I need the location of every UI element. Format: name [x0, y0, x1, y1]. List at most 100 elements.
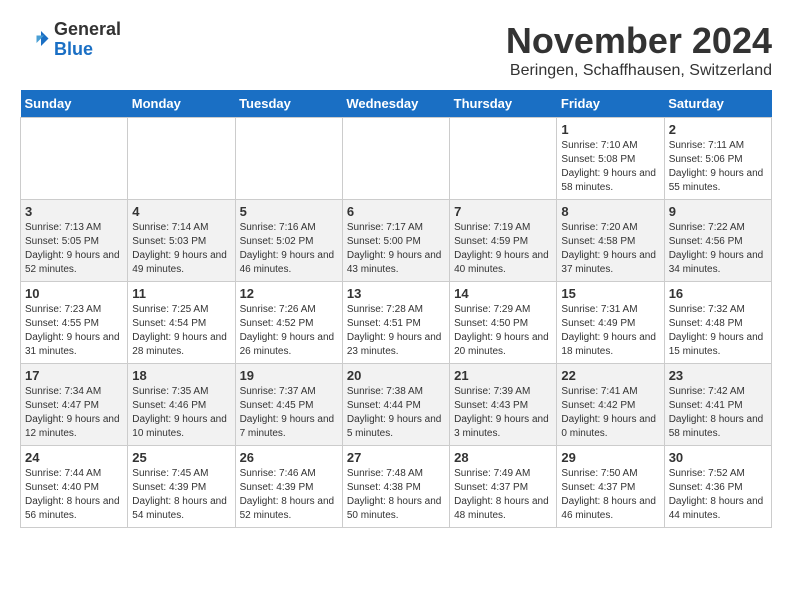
day-info: Sunrise: 7:44 AM Sunset: 4:40 PM Dayligh…: [25, 467, 123, 523]
day-number: 15: [561, 286, 659, 301]
week-row-2: 3 Sunrise: 7:13 AM Sunset: 5:05 PM Daylig…: [21, 200, 772, 282]
calendar-table: SundayMondayTuesdayWednesdayThursdayFrid…: [20, 90, 772, 528]
day-cell: 28 Sunrise: 7:49 AM Sunset: 4:37 PM Dayli…: [450, 446, 557, 528]
day-cell: 13Sunrise: 7:28 AM Sunset: 4:51 PM Dayli…: [342, 282, 449, 364]
header-saturday: Saturday: [664, 90, 771, 118]
day-number: 18: [132, 368, 230, 383]
day-cell: 23 Sunrise: 7:42 AM Sunset: 4:41 PM Dayli…: [664, 364, 771, 446]
location-text: Beringen, Schaffhausen, Switzerland: [506, 62, 772, 80]
day-info: Sunrise: 7:32 AM Sunset: 4:48 PM Dayligh…: [669, 303, 767, 359]
day-info: Sunrise: 7:34 AM Sunset: 4:47 PM Dayligh…: [25, 385, 123, 441]
day-cell: 20 Sunrise: 7:38 AM Sunset: 4:44 PM Dayli…: [342, 364, 449, 446]
day-info: Sunrise: 7:23 AM Sunset: 4:55 PM Dayligh…: [25, 303, 123, 359]
day-cell: 15Sunrise: 7:31 AM Sunset: 4:49 PM Dayli…: [557, 282, 664, 364]
day-cell: 1 Sunrise: 7:10 AM Sunset: 5:08 PM Daylig…: [557, 118, 664, 200]
day-number: 17: [25, 368, 123, 383]
day-cell: 2 Sunrise: 7:11 AM Sunset: 5:06 PM Daylig…: [664, 118, 771, 200]
day-cell: [450, 118, 557, 200]
day-cell: 16 Sunrise: 7:32 AM Sunset: 4:48 PM Dayli…: [664, 282, 771, 364]
day-info: Sunrise: 7:19 AM Sunset: 4:59 PM Dayligh…: [454, 221, 552, 277]
title-block: November 2024 Beringen, Schaffhausen, Sw…: [506, 20, 772, 80]
day-number: 2: [669, 122, 767, 137]
day-cell: 14 Sunrise: 7:29 AM Sunset: 4:50 PM Dayli…: [450, 282, 557, 364]
day-info: Sunrise: 7:52 AM Sunset: 4:36 PM Dayligh…: [669, 467, 767, 523]
day-cell: 8Sunrise: 7:20 AM Sunset: 4:58 PM Daylig…: [557, 200, 664, 282]
day-info: Sunrise: 7:39 AM Sunset: 4:43 PM Dayligh…: [454, 385, 552, 441]
day-info: Sunrise: 7:37 AM Sunset: 4:45 PM Dayligh…: [240, 385, 338, 441]
day-cell: [235, 118, 342, 200]
day-cell: 21 Sunrise: 7:39 AM Sunset: 4:43 PM Dayli…: [450, 364, 557, 446]
header-row: SundayMondayTuesdayWednesdayThursdayFrid…: [21, 90, 772, 118]
day-cell: 24 Sunrise: 7:44 AM Sunset: 4:40 PM Dayli…: [21, 446, 128, 528]
header-monday: Monday: [128, 90, 235, 118]
day-cell: 7Sunrise: 7:19 AM Sunset: 4:59 PM Daylig…: [450, 200, 557, 282]
day-number: 9: [669, 204, 767, 219]
day-info: Sunrise: 7:45 AM Sunset: 4:39 PM Dayligh…: [132, 467, 230, 523]
header-tuesday: Tuesday: [235, 90, 342, 118]
day-number: 23: [669, 368, 767, 383]
day-cell: [342, 118, 449, 200]
day-cell: 12Sunrise: 7:26 AM Sunset: 4:52 PM Dayli…: [235, 282, 342, 364]
day-cell: 3 Sunrise: 7:13 AM Sunset: 5:05 PM Daylig…: [21, 200, 128, 282]
day-cell: 29 Sunrise: 7:50 AM Sunset: 4:37 PM Dayli…: [557, 446, 664, 528]
logo-icon: [20, 25, 50, 55]
week-row-5: 24 Sunrise: 7:44 AM Sunset: 4:40 PM Dayli…: [21, 446, 772, 528]
day-number: 1: [561, 122, 659, 137]
day-cell: 9 Sunrise: 7:22 AM Sunset: 4:56 PM Daylig…: [664, 200, 771, 282]
day-number: 14: [454, 286, 552, 301]
day-number: 21: [454, 368, 552, 383]
header-wednesday: Wednesday: [342, 90, 449, 118]
day-info: Sunrise: 7:11 AM Sunset: 5:06 PM Dayligh…: [669, 139, 767, 195]
day-info: Sunrise: 7:28 AM Sunset: 4:51 PM Dayligh…: [347, 303, 445, 359]
day-number: 20: [347, 368, 445, 383]
day-info: Sunrise: 7:42 AM Sunset: 4:41 PM Dayligh…: [669, 385, 767, 441]
day-cell: 5Sunrise: 7:16 AM Sunset: 5:02 PM Daylig…: [235, 200, 342, 282]
week-row-1: 1 Sunrise: 7:10 AM Sunset: 5:08 PM Daylig…: [21, 118, 772, 200]
day-number: 27: [347, 450, 445, 465]
day-cell: 17 Sunrise: 7:34 AM Sunset: 4:47 PM Dayli…: [21, 364, 128, 446]
header-sunday: Sunday: [21, 90, 128, 118]
day-info: Sunrise: 7:17 AM Sunset: 5:00 PM Dayligh…: [347, 221, 445, 277]
day-number: 4: [132, 204, 230, 219]
day-info: Sunrise: 7:35 AM Sunset: 4:46 PM Dayligh…: [132, 385, 230, 441]
day-info: Sunrise: 7:26 AM Sunset: 4:52 PM Dayligh…: [240, 303, 338, 359]
day-number: 19: [240, 368, 338, 383]
logo-general-text: General: [54, 20, 121, 40]
day-number: 11: [132, 286, 230, 301]
day-number: 30: [669, 450, 767, 465]
week-row-3: 10 Sunrise: 7:23 AM Sunset: 4:55 PM Dayli…: [21, 282, 772, 364]
day-info: Sunrise: 7:50 AM Sunset: 4:37 PM Dayligh…: [561, 467, 659, 523]
day-cell: 19 Sunrise: 7:37 AM Sunset: 4:45 PM Dayli…: [235, 364, 342, 446]
day-info: Sunrise: 7:49 AM Sunset: 4:37 PM Dayligh…: [454, 467, 552, 523]
month-title: November 2024: [506, 20, 772, 62]
day-number: 3: [25, 204, 123, 219]
day-info: Sunrise: 7:22 AM Sunset: 4:56 PM Dayligh…: [669, 221, 767, 277]
day-info: Sunrise: 7:25 AM Sunset: 4:54 PM Dayligh…: [132, 303, 230, 359]
day-info: Sunrise: 7:14 AM Sunset: 5:03 PM Dayligh…: [132, 221, 230, 277]
day-number: 29: [561, 450, 659, 465]
day-info: Sunrise: 7:13 AM Sunset: 5:05 PM Dayligh…: [25, 221, 123, 277]
day-info: Sunrise: 7:10 AM Sunset: 5:08 PM Dayligh…: [561, 139, 659, 195]
day-cell: 27 Sunrise: 7:48 AM Sunset: 4:38 PM Dayli…: [342, 446, 449, 528]
day-info: Sunrise: 7:48 AM Sunset: 4:38 PM Dayligh…: [347, 467, 445, 523]
day-info: Sunrise: 7:29 AM Sunset: 4:50 PM Dayligh…: [454, 303, 552, 359]
day-number: 28: [454, 450, 552, 465]
logo: General Blue: [20, 20, 121, 60]
day-cell: 26Sunrise: 7:46 AM Sunset: 4:39 PM Dayli…: [235, 446, 342, 528]
day-number: 16: [669, 286, 767, 301]
day-number: 25: [132, 450, 230, 465]
day-number: 22: [561, 368, 659, 383]
day-number: 6: [347, 204, 445, 219]
day-cell: 22Sunrise: 7:41 AM Sunset: 4:42 PM Dayli…: [557, 364, 664, 446]
day-number: 10: [25, 286, 123, 301]
page-header: General Blue November 2024 Beringen, Sch…: [20, 20, 772, 80]
day-cell: [21, 118, 128, 200]
day-info: Sunrise: 7:38 AM Sunset: 4:44 PM Dayligh…: [347, 385, 445, 441]
day-number: 24: [25, 450, 123, 465]
day-cell: 30 Sunrise: 7:52 AM Sunset: 4:36 PM Dayli…: [664, 446, 771, 528]
day-info: Sunrise: 7:46 AM Sunset: 4:39 PM Dayligh…: [240, 467, 338, 523]
day-number: 8: [561, 204, 659, 219]
day-cell: [128, 118, 235, 200]
day-cell: 10 Sunrise: 7:23 AM Sunset: 4:55 PM Dayli…: [21, 282, 128, 364]
day-cell: 11 Sunrise: 7:25 AM Sunset: 4:54 PM Dayli…: [128, 282, 235, 364]
